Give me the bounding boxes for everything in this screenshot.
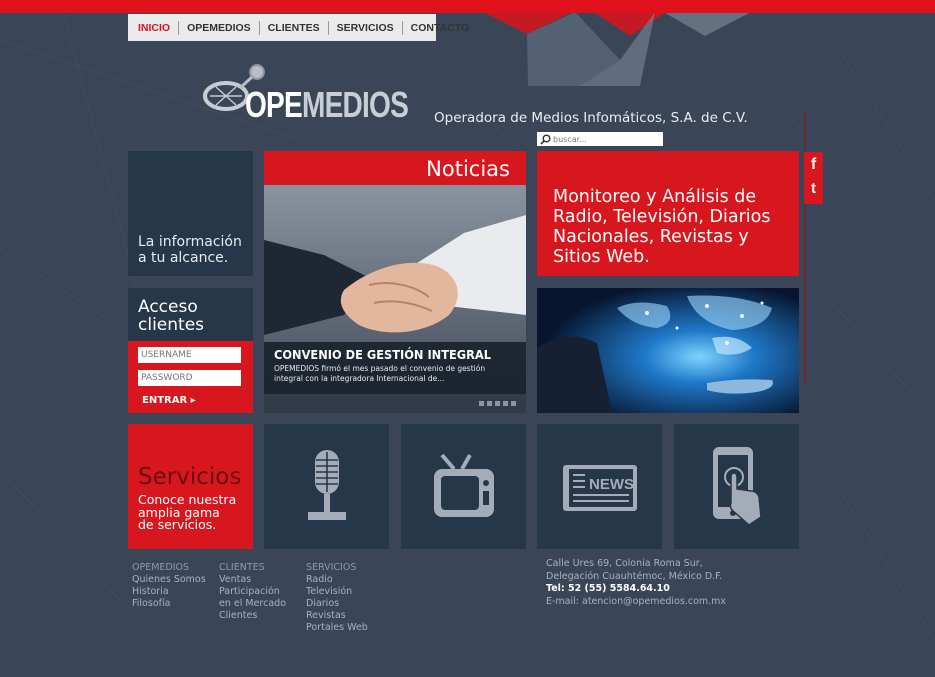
nav-item-inicio[interactable]: INICIO — [128, 20, 180, 35]
news-title: Noticias — [426, 157, 510, 181]
logo-wordmark[interactable]: OPEMEDIOS — [245, 84, 409, 126]
email-address[interactable]: E-mail: atencion@opemedios.com.mx — [546, 596, 726, 609]
footer-link[interactable]: Portales Web — [306, 622, 368, 634]
footer-link[interactable]: en el Mercado — [219, 598, 286, 610]
newspaper-service-tile[interactable]: NEWS — [537, 424, 662, 549]
info-tile-text: La información a tu alcance. — [138, 234, 242, 266]
slide-dot[interactable] — [487, 401, 492, 406]
tv-icon — [433, 453, 494, 517]
svg-text:NEWS: NEWS — [589, 476, 634, 493]
footer-link[interactable]: Quienes Somos — [132, 574, 206, 586]
footer-link[interactable]: Diarios — [306, 598, 368, 610]
footer-link[interactable]: Radio — [306, 574, 368, 586]
footer-link[interactable]: Clientes — [219, 610, 286, 622]
news-pager — [264, 394, 526, 413]
slide-dot[interactable] — [511, 401, 516, 406]
news-header: Noticias — [264, 151, 526, 185]
monitoring-text: Monitoreo y Análisis de Radio, Televisió… — [553, 187, 771, 267]
twitter-icon[interactable]: t — [804, 180, 823, 198]
footer-link[interactable]: Historia — [132, 586, 206, 598]
tv-service-tile[interactable] — [401, 424, 526, 549]
contact-address: Calle Ures 69, Colonia Roma Sur, Delegac… — [546, 558, 726, 608]
search-input[interactable] — [553, 133, 658, 145]
enter-button[interactable]: ENTRAR ▸ — [142, 395, 196, 406]
footer-column-clientes: CLIENTES Ventas Participación en el Merc… — [219, 562, 286, 622]
monitoring-banner[interactable]: Monitoreo y Análisis de Radio, Televisió… — [537, 151, 799, 276]
services-text: Conoce nuestra amplia gama de servicios. — [138, 492, 237, 532]
password-input[interactable] — [138, 370, 241, 386]
search-icon — [540, 134, 551, 145]
phone-number[interactable]: Tel: 52 (55) 5584.64.10 — [546, 583, 726, 596]
web-service-tile[interactable] — [674, 424, 799, 549]
info-tile: La información a tu alcance. — [128, 151, 253, 276]
newspaper-icon: NEWS — [562, 464, 637, 511]
address-line: Calle Ures 69, Colonia Roma Sur, — [546, 558, 703, 569]
client-access-panel: Acceso clientes ENTRAR ▸ — [128, 288, 253, 413]
radio-service-tile[interactable] — [264, 424, 389, 549]
top-red-bar — [0, 0, 935, 13]
footer-link[interactable]: Ventas — [219, 574, 286, 586]
footer-heading[interactable]: CLIENTES — [219, 562, 286, 574]
footer-link[interactable]: Televisión — [306, 586, 368, 598]
slide-dot[interactable] — [495, 401, 500, 406]
nav-item-servicios[interactable]: SERVICIOS — [329, 20, 403, 35]
services-title: Servicios — [138, 464, 242, 490]
login-form: ENTRAR ▸ — [128, 341, 253, 413]
slide-dot[interactable] — [479, 401, 484, 406]
footer-column-opemedios: OPEMEDIOS Quienes Somos Historia Filosof… — [132, 562, 206, 610]
news-headline[interactable]: CONVENIO DE GESTIÓN INTEGRAL — [274, 348, 491, 362]
nav-item-contacto[interactable]: CONTACTO — [403, 21, 478, 35]
footer-column-servicios: SERVICIOS Radio Televisión Diarios Revis… — [306, 562, 368, 634]
nav-item-opemedios[interactable]: OPEMEDIOS — [179, 20, 260, 35]
slide-dot[interactable] — [503, 401, 508, 406]
digital-world-image — [537, 288, 799, 413]
services-tile[interactable]: Servicios Conoce nuestra amplia gama de … — [128, 424, 253, 549]
news-caption: CONVENIO DE GESTIÓN INTEGRAL OPEMEDIOS f… — [264, 342, 526, 394]
footer-heading[interactable]: SERVICIOS — [306, 562, 368, 574]
social-links: f t — [804, 152, 823, 204]
tablet-touch-icon — [712, 446, 762, 526]
news-summary: OPEMEDIOS firmó el mes pasado el conveni… — [274, 364, 486, 383]
footer-heading[interactable]: OPEMEDIOS — [132, 562, 206, 574]
search-box[interactable] — [537, 132, 663, 146]
microphone-icon — [307, 449, 346, 520]
facebook-icon[interactable]: f — [804, 156, 823, 174]
nav-item-clientes[interactable]: CLIENTES — [260, 20, 329, 35]
footer-link[interactable]: Filosofía — [132, 598, 206, 610]
address-line: Delegación Cuauhtémoc, México D.F. — [546, 570, 723, 582]
news-slider[interactable]: Noticias CONVENIO DE GESTIÓN INTEGRAL OP… — [264, 151, 526, 413]
access-title: Acceso clientes — [138, 297, 205, 335]
footer-link[interactable]: Participación — [219, 586, 286, 598]
footer-link[interactable]: Revistas — [306, 610, 368, 622]
globe-hand-illustration — [537, 288, 799, 413]
main-nav: INICIO OPEMEDIOS CLIENTES SERVICIOS CONT… — [128, 14, 469, 41]
company-tagline: Operadora de Medios Infomáticos, S.A. de… — [434, 110, 748, 126]
username-input[interactable] — [138, 347, 241, 363]
